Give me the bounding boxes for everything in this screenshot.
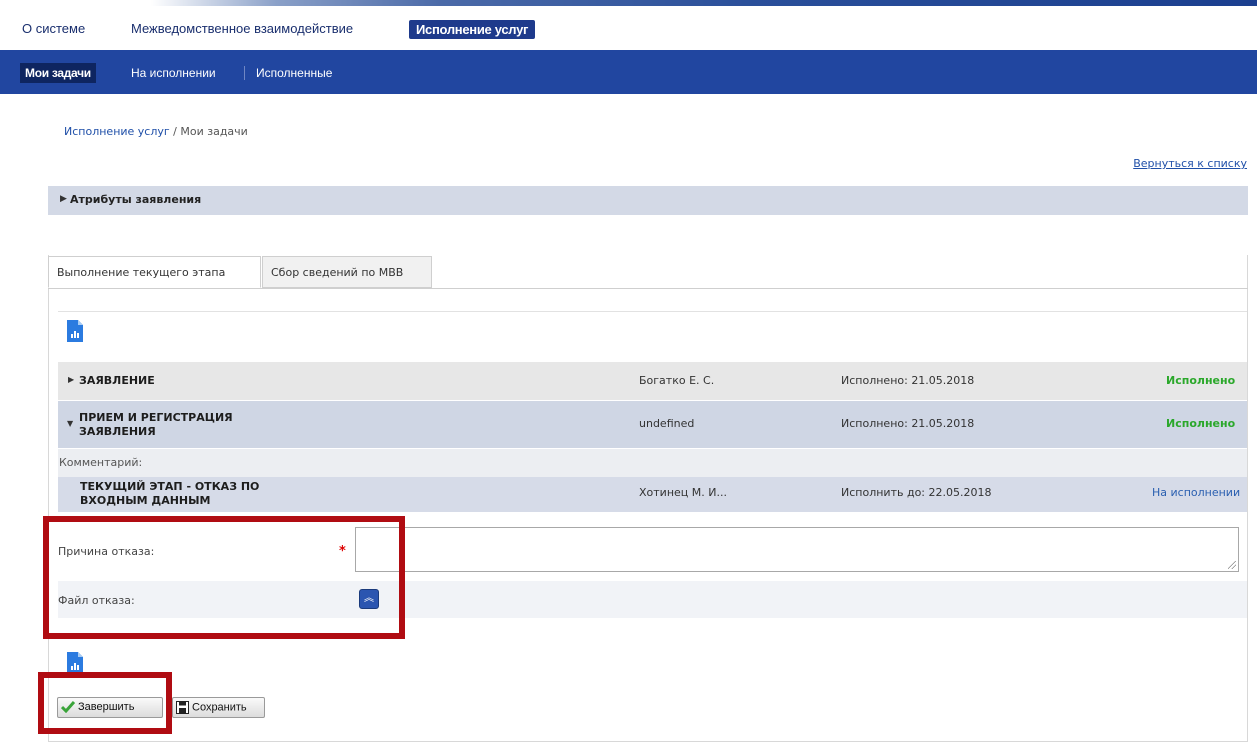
- breadcrumb-separator: /: [169, 125, 181, 138]
- menu-about[interactable]: О системе: [22, 21, 85, 36]
- stage-row-application[interactable]: ▶ ЗАЯВЛЕНИЕ Богатко Е. С. Исполнено: 21.…: [58, 362, 1247, 400]
- breadcrumb-current: Мои задачи: [180, 125, 248, 138]
- stage-status: Исполнено: [1166, 374, 1236, 387]
- stage-executor: Богатко Е. С.: [639, 374, 715, 387]
- stage-status: Исполнено: [1166, 417, 1236, 430]
- save-button-label: Сохранить: [192, 701, 247, 714]
- report-doc-icon[interactable]: [67, 652, 83, 674]
- caret-right-icon: ▶: [60, 194, 67, 204]
- caret-right-icon: ▶: [68, 375, 75, 384]
- floppy-disk-icon: [176, 701, 189, 714]
- current-stage-executor: Хотинец М. И...: [639, 486, 727, 499]
- tab-divider: [48, 288, 1248, 289]
- inner-divider: [58, 311, 1247, 312]
- breadcrumb: Исполнение услуг / Мои задачи: [64, 125, 248, 138]
- stage-title-line2: ЗАЯВЛЕНИЯ: [79, 425, 156, 438]
- current-stage-title-line1: ТЕКУЩИЙ ЭТАП - ОТКАЗ ПО: [80, 480, 260, 493]
- attributes-label: Атрибуты заявления: [70, 193, 202, 206]
- refusal-reason-input[interactable]: [355, 527, 1239, 572]
- menu-interagency[interactable]: Межведомственное взаимодействие: [131, 21, 353, 36]
- comment-row: Комментарий:: [58, 449, 1247, 477]
- stage-title: ЗАЯВЛЕНИЕ: [79, 374, 155, 387]
- back-to-list-link[interactable]: Вернуться к списку: [1133, 157, 1247, 170]
- menu-services[interactable]: Исполнение услуг: [409, 20, 536, 39]
- highlight-frame-finish: [38, 672, 172, 734]
- application-attributes-panel[interactable]: ▶ Атрибуты заявления: [48, 186, 1248, 215]
- tab-current-stage[interactable]: Выполнение текущего этапа: [48, 256, 261, 288]
- resize-grip-icon[interactable]: [1228, 561, 1236, 569]
- stage-executor: undefined: [639, 417, 695, 430]
- stage-date: Исполнено: 21.05.2018: [841, 417, 975, 430]
- submenu-completed[interactable]: Исполненные: [250, 63, 338, 83]
- comment-label: Комментарий:: [59, 456, 143, 469]
- current-stage-deadline: Исполнить до: 22.05.2018: [841, 486, 992, 499]
- stage-row-registration[interactable]: ▼ ПРИЕМ И РЕГИСТРАЦИЯ ЗАЯВЛЕНИЯ undefine…: [58, 401, 1247, 448]
- report-doc-icon[interactable]: [67, 320, 83, 342]
- current-stage-title-line2: ВХОДНЫМ ДАННЫМ: [80, 494, 211, 507]
- submenu-in-progress[interactable]: На исполнении: [125, 63, 222, 83]
- stage-title-line1: ПРИЕМ И РЕГИСТРАЦИЯ: [79, 411, 233, 424]
- tab-mvv[interactable]: Сбор сведений по МВВ: [262, 256, 432, 288]
- current-stage-row: ТЕКУЩИЙ ЭТАП - ОТКАЗ ПО ВХОДНЫМ ДАННЫМ Х…: [58, 477, 1247, 512]
- top-menu: О системе Межведомственное взаимодействи…: [0, 6, 1257, 50]
- current-stage-status: На исполнении: [1152, 486, 1241, 499]
- highlight-frame-form: [43, 516, 405, 639]
- save-button[interactable]: Сохранить: [172, 697, 265, 718]
- submenu-my-tasks[interactable]: Мои задачи: [20, 63, 96, 83]
- sub-menu: Мои задачи На исполнении Исполненные: [0, 50, 1257, 94]
- submenu-separator: [244, 66, 245, 80]
- caret-down-icon: ▼: [67, 419, 74, 428]
- stage-date: Исполнено: 21.05.2018: [841, 374, 975, 387]
- breadcrumb-root[interactable]: Исполнение услуг: [64, 125, 170, 138]
